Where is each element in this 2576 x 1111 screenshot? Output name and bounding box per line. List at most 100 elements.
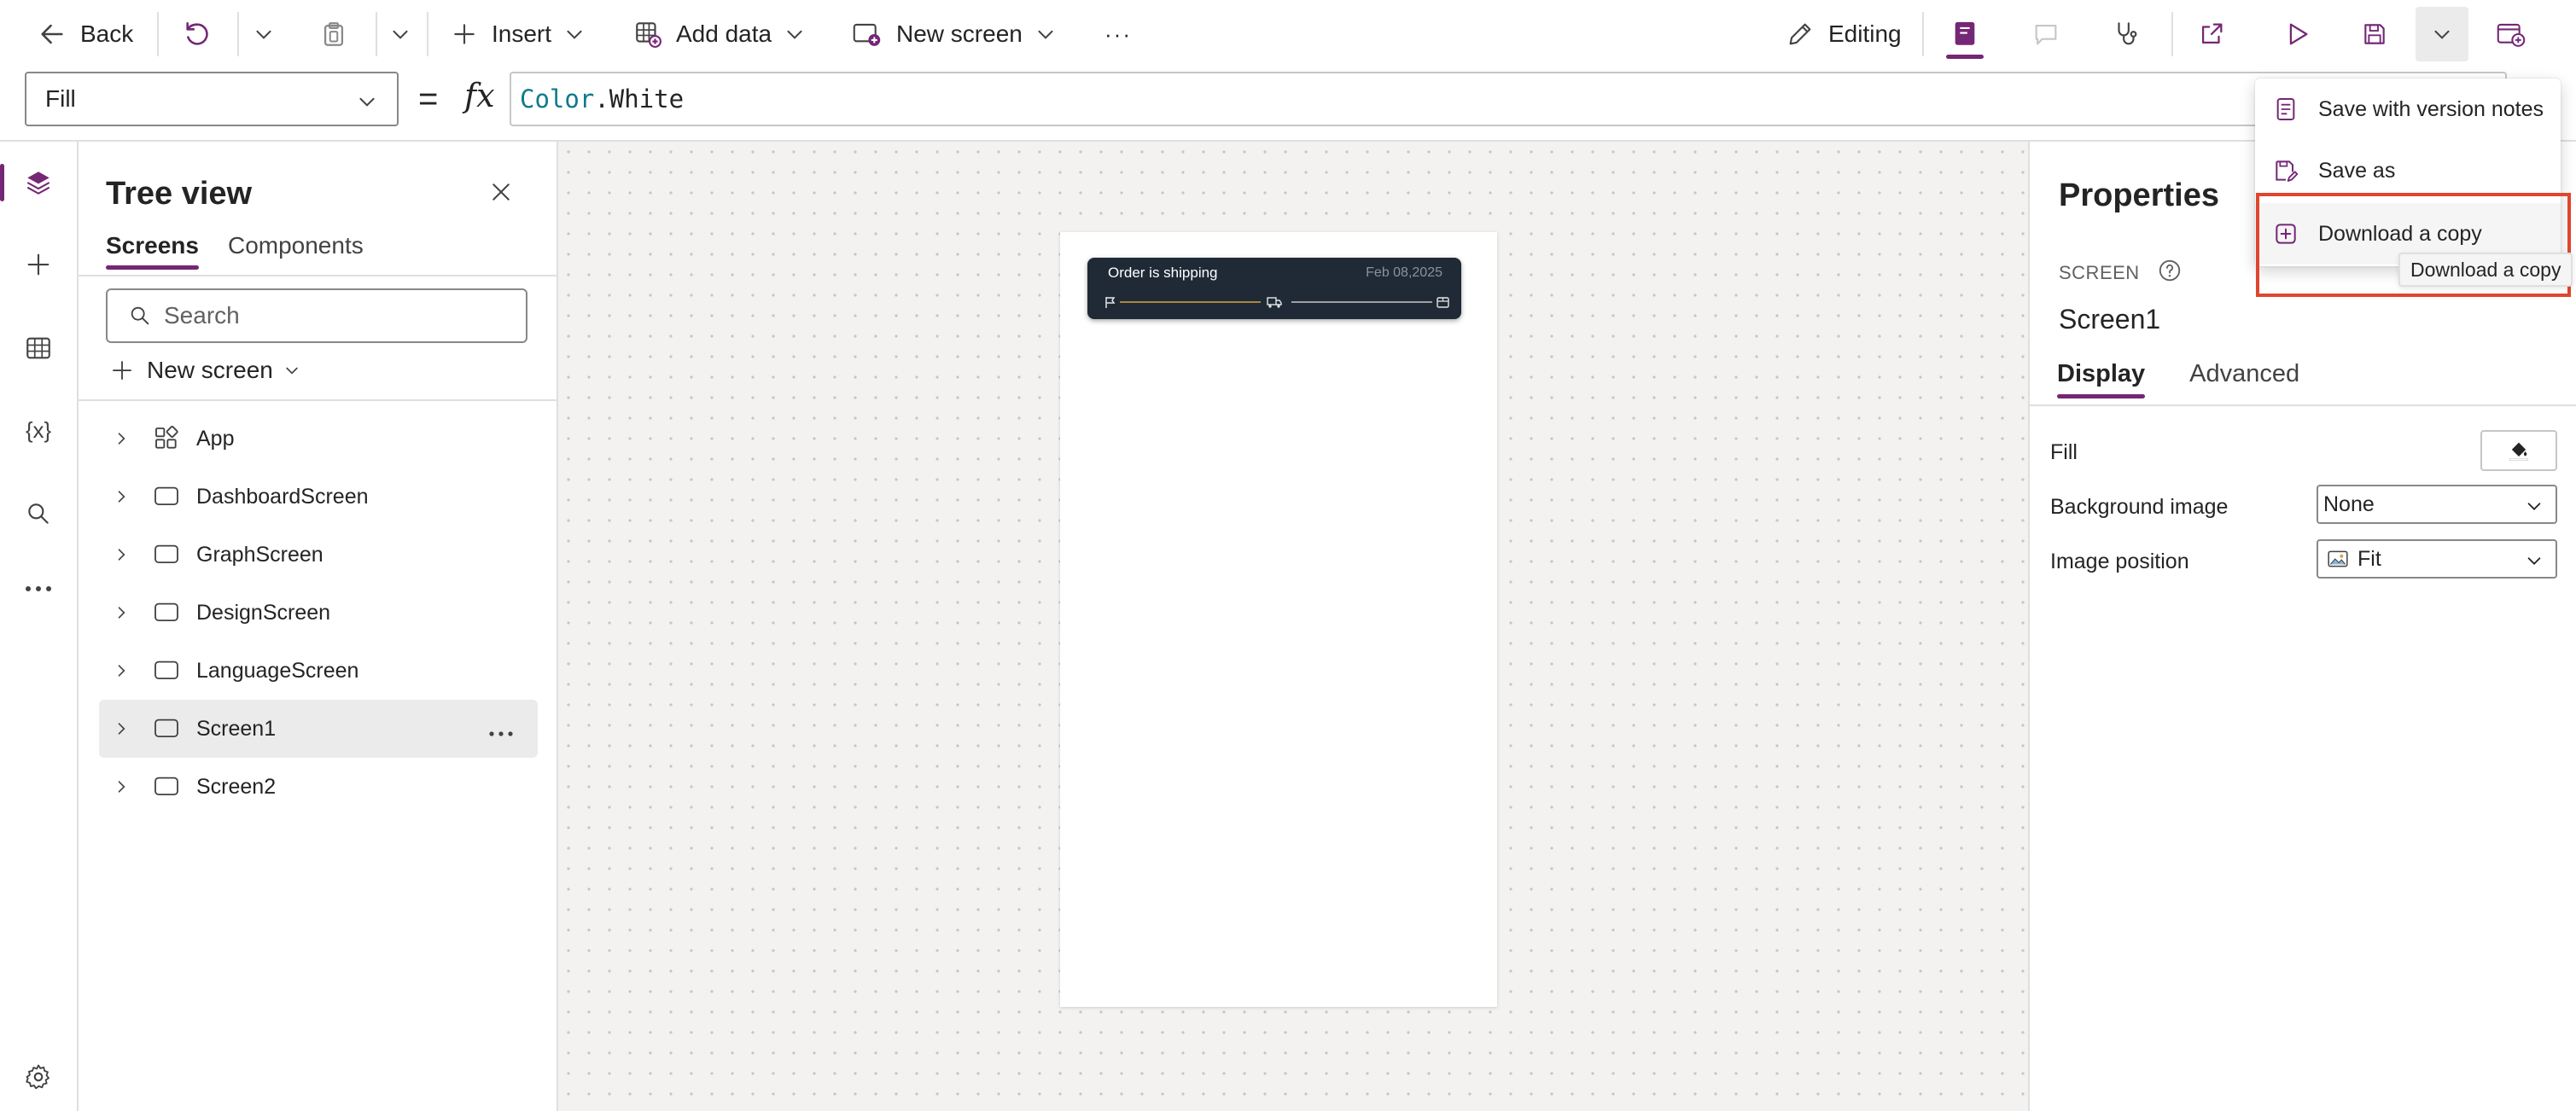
control-type-text: SCREEN (2059, 262, 2140, 283)
download-copy-tooltip: Download a copy (2398, 253, 2573, 287)
tree-item-app[interactable]: App (99, 410, 538, 468)
tree-item-designscreen[interactable]: DesignScreen (99, 584, 538, 642)
rail-settings[interactable] (0, 1043, 77, 1111)
design-canvas[interactable]: Order is shipping Feb 08,2025 (558, 142, 2028, 1111)
chevron-right-icon[interactable] (99, 546, 143, 563)
tree-item-graphscreen[interactable]: GraphScreen (99, 526, 538, 584)
more-options-icon[interactable] (488, 718, 514, 743)
tree-item-label: LanguageScreen (196, 658, 359, 683)
toolbar-divider (2171, 12, 2173, 56)
publish-icon (2497, 23, 2526, 47)
paste-dropdown-button[interactable] (389, 0, 411, 68)
more-commands-button[interactable]: ··· (1104, 0, 1132, 68)
search-input[interactable] (164, 302, 505, 329)
background-image-dropdown[interactable]: None (2317, 485, 2557, 524)
editing-mode-button[interactable]: Editing (1786, 0, 1902, 68)
help-icon[interactable] (2157, 258, 2183, 288)
chevron-down-icon (567, 30, 582, 39)
share-icon (2201, 23, 2223, 44)
chevron-right-icon[interactable] (99, 662, 143, 679)
screen-preview[interactable]: Order is shipping Feb 08,2025 (1060, 232, 1497, 1007)
image-position-dropdown[interactable]: Fit (2317, 539, 2557, 579)
insert-button[interactable]: Insert (451, 0, 586, 68)
screen-icon (143, 486, 189, 508)
rail-tree-view[interactable] (0, 148, 77, 217)
formula-object-token: Color (520, 84, 595, 113)
save-button[interactable] (2361, 0, 2388, 68)
share-button[interactable] (2197, 0, 2226, 68)
close-tree-view-button[interactable] (488, 179, 514, 209)
more-icon: ··· (1104, 20, 1132, 47)
screen-icon (143, 660, 189, 682)
table-icon (26, 337, 50, 359)
add-data-label: Add data (676, 20, 772, 47)
chevron-right-icon[interactable] (99, 720, 143, 737)
notebook-icon (1955, 21, 1975, 45)
app-icon (143, 425, 189, 452)
pencil-icon (1789, 23, 1811, 45)
tab-advanced[interactable]: Advanced (2189, 360, 2299, 398)
tree-view-title: Tree view (106, 176, 253, 212)
chevron-down-icon (286, 367, 298, 375)
chevron-down-icon (2434, 30, 2450, 39)
tree-item-screen1[interactable]: Screen1 (99, 700, 538, 758)
tab-components[interactable]: Components (228, 232, 364, 270)
save-as-icon (2276, 160, 2299, 182)
paste-button[interactable] (319, 0, 348, 68)
save-dropdown-button[interactable] (2416, 7, 2468, 61)
chevron-down-icon (1038, 30, 1053, 39)
rail-insert[interactable] (0, 230, 77, 299)
tree-item-screen2[interactable]: Screen2 (99, 758, 538, 816)
chevron-right-icon[interactable] (99, 604, 143, 621)
rail-data[interactable] (0, 314, 77, 382)
property-selector[interactable]: Fill (25, 72, 399, 126)
tree-item-dashboardscreen[interactable]: DashboardScreen (99, 468, 538, 526)
undo-icon (186, 21, 208, 45)
screen-list: App DashboardScreen GraphScreen DesignSc… (99, 410, 538, 816)
chevron-down-icon (2527, 557, 2541, 565)
divider (2030, 404, 2576, 406)
tree-new-screen-button[interactable]: New screen (109, 357, 300, 384)
undo-dropdown-button[interactable] (253, 0, 275, 68)
chevron-right-icon[interactable] (99, 778, 143, 795)
formula-member-token: White (609, 84, 685, 113)
new-screen-button[interactable]: New screen (852, 0, 1057, 68)
new-screen-label: New screen (896, 20, 1023, 47)
tab-display[interactable]: Display (2057, 360, 2146, 398)
rail-search[interactable] (0, 480, 77, 548)
plus-icon (454, 24, 475, 44)
rail-more[interactable] (0, 555, 77, 623)
publish-button[interactable] (2496, 0, 2526, 68)
back-button[interactable]: Back (38, 0, 133, 68)
add-data-button[interactable]: Add data (633, 0, 806, 68)
menu-item-save-with-version-notes[interactable]: Save with version notes (2255, 79, 2561, 140)
selected-screen-name[interactable]: Screen1 (2059, 304, 2160, 335)
toolbar-divider (237, 12, 239, 56)
preview-button[interactable] (2282, 0, 2311, 68)
rail-variables[interactable]: {x} (0, 396, 77, 464)
menu-item-label: Save as (2318, 158, 2396, 183)
fx-icon[interactable]: fx (464, 77, 495, 114)
screen-icon (143, 776, 189, 798)
tab-screens[interactable]: Screens (106, 232, 199, 270)
undo-button[interactable] (183, 0, 212, 68)
chevron-right-icon[interactable] (99, 430, 143, 447)
tree-item-languagescreen[interactable]: LanguageScreen (99, 642, 538, 700)
toolbar-divider (376, 12, 377, 56)
comments-button[interactable] (2031, 0, 2060, 68)
tree-item-label: App (196, 426, 235, 451)
image-position-label: Image position (2050, 550, 2189, 573)
formula-input[interactable]: Color. White (510, 72, 2507, 126)
shipping-status-card[interactable]: Order is shipping Feb 08,2025 (1087, 258, 1461, 319)
chevron-right-icon[interactable] (99, 488, 143, 505)
toolbar-divider (157, 12, 159, 56)
chevron-down-icon (393, 30, 408, 39)
gear-icon (26, 1064, 50, 1090)
clipboard-icon (323, 22, 344, 46)
fill-color-picker[interactable] (2480, 430, 2557, 471)
health-check-button[interactable] (2112, 0, 2141, 68)
tree-search-box[interactable] (106, 288, 527, 343)
tree-item-label: DashboardScreen (196, 484, 369, 509)
play-icon (2289, 23, 2308, 45)
package-icon (1437, 297, 1449, 308)
